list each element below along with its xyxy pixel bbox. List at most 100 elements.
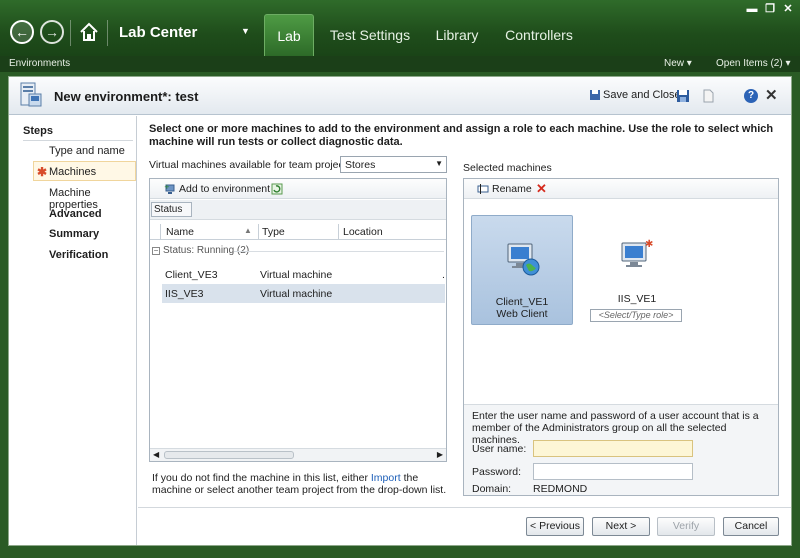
refresh-icon[interactable] [271,183,283,195]
column-divider[interactable] [258,224,259,239]
dropdown-arrow-icon: ▼ [435,159,443,168]
row-name: IIS_VE3 [165,288,204,300]
save-close-icon [590,90,600,100]
home-icon[interactable] [78,21,100,43]
collapse-icon[interactable]: − [152,246,160,255]
machine-role: Web Client [496,308,548,320]
open-items-menu[interactable]: Open Items (2) ▾ [716,58,791,69]
selected-machines-pane: Rename ✕ Client_VE1 Web Client ✱ IIS_VE1… [463,178,779,496]
virtual-machine-icon: ✱ [621,239,653,267]
domain-value: REDMOND [533,483,588,495]
hint-text: If you do not find the machine in this l… [152,472,452,496]
step-summary[interactable]: Summary [49,228,99,240]
rename-label: Rename [492,183,532,195]
machine-tile[interactable]: ✱ IIS_VE1 <Select/Type role> [590,239,684,329]
sub-bar: Environments New ▾ Open Items (2) ▾ [0,56,800,72]
app-title: Lab Center [119,24,198,41]
next-button[interactable]: Next > [592,517,650,536]
column-location[interactable]: Location [343,226,383,238]
available-machines-list: + Add to environment Status Name ▲ Type … [149,178,447,462]
list-toolbar: + Add to environment [150,179,446,199]
sort-ascending-icon: ▲ [244,226,252,235]
add-to-environment-label: Add to environment [179,183,271,195]
step-type-and-name[interactable]: Type and name [49,145,125,157]
panel-header: New environment*: test Save and Close ? … [9,77,791,115]
selected-toolbar: Rename ✕ [464,179,778,199]
machine-tile-selected[interactable]: Client_VE1 Web Client [471,215,573,325]
save-and-close-button[interactable]: Save and Close [589,89,681,101]
back-arrow-icon[interactable]: ← [10,20,34,44]
verify-button[interactable]: Verify [657,517,715,536]
password-label: Password: [472,466,522,478]
user-name-label: User name: [472,443,527,455]
table-row[interactable]: Client_VE3 Virtual machine . [162,265,445,284]
team-project-dropdown[interactable]: Stores ▼ [340,156,447,173]
hint-before: If you do not find the machine in this l… [152,472,368,484]
virtual-machine-globe-icon [507,243,540,276]
breadcrumb[interactable]: Environments [9,58,70,69]
role-input[interactable]: <Select/Type role> [590,309,682,322]
group-by-status-chip[interactable]: Status [151,202,192,217]
new-menu[interactable]: New ▾ [664,58,692,69]
scroll-thumb[interactable] [164,451,294,459]
minimize-icon[interactable]: ▬ [746,4,758,15]
new-menu-label: New [664,58,685,69]
domain-label: Domain: [472,483,512,495]
previous-button[interactable]: < Previous [526,517,584,536]
save-icon[interactable] [676,89,690,103]
password-field[interactable] [533,463,693,480]
divider [107,20,108,46]
tab-controllers[interactable]: Controllers [500,14,578,56]
tab-lab[interactable]: Lab [264,14,314,56]
environment-icon [20,82,42,107]
selected-machines-label: Selected machines [463,162,552,174]
document-icon[interactable] [701,89,715,103]
top-nav-bar: ▬ ❐ ✕ ← → Lab Center ▼ Lab Test Settings… [0,0,800,56]
column-name[interactable]: Name [166,226,194,238]
divider [23,140,133,141]
add-to-environment-button[interactable]: + Add to environment [164,183,270,195]
divider [70,20,71,46]
horizontal-scrollbar[interactable]: ◀ ▶ [150,448,446,461]
open-items-label: Open Items (2) [716,58,783,69]
row-type: Virtual machine [260,269,333,281]
table-row[interactable]: IIS_VE3 Virtual machine [162,284,445,303]
user-name-field[interactable] [533,440,693,457]
required-asterisk-icon: ✱ [37,165,48,179]
column-divider[interactable] [160,224,161,239]
row-type: Virtual machine [260,288,333,300]
help-icon[interactable]: ? [744,89,758,103]
add-machine-icon: + [164,183,175,194]
forward-arrow-icon[interactable]: → [40,20,64,44]
credentials-area: Enter the user name and password of a us… [464,404,778,495]
cancel-button[interactable]: Cancel [723,517,779,536]
steps-title: Steps [23,125,53,137]
step-machines[interactable]: Machines [49,166,96,178]
close-window-icon[interactable]: ✕ [782,4,794,15]
window-controls: ▬ ❐ ✕ [746,4,794,15]
scroll-right-icon[interactable]: ▶ [437,450,443,459]
step-verification[interactable]: Verification [49,249,108,261]
instruction-text: Select one or more machines to add to th… [149,123,774,148]
column-type[interactable]: Type [262,226,285,238]
column-header: Name ▲ Type Location [150,223,446,240]
environment-panel: New environment*: test Save and Close ? … [8,76,792,546]
import-link[interactable]: Import [371,472,401,484]
app-dropdown-icon[interactable]: ▼ [241,26,250,36]
step-advanced[interactable]: Advanced [49,208,102,220]
tab-library[interactable]: Library [428,14,486,56]
delete-icon[interactable]: ✕ [536,181,547,197]
close-icon[interactable]: ✕ [765,86,778,104]
machine-name: Client_VE1 [495,296,549,308]
rename-button[interactable]: Rename [477,183,532,195]
vm-available-label: Virtual machines available for team proj… [149,159,350,171]
svg-text:+: + [164,183,170,191]
restore-icon[interactable]: ❐ [764,4,776,15]
team-project-value: Stores [345,159,376,171]
column-divider[interactable] [338,224,339,239]
rename-icon [477,184,489,194]
tab-test-settings[interactable]: Test Settings [326,14,414,56]
group-by-area: Status [150,200,446,220]
scroll-left-icon[interactable]: ◀ [153,450,159,459]
row-name: Client_VE3 [165,269,218,281]
